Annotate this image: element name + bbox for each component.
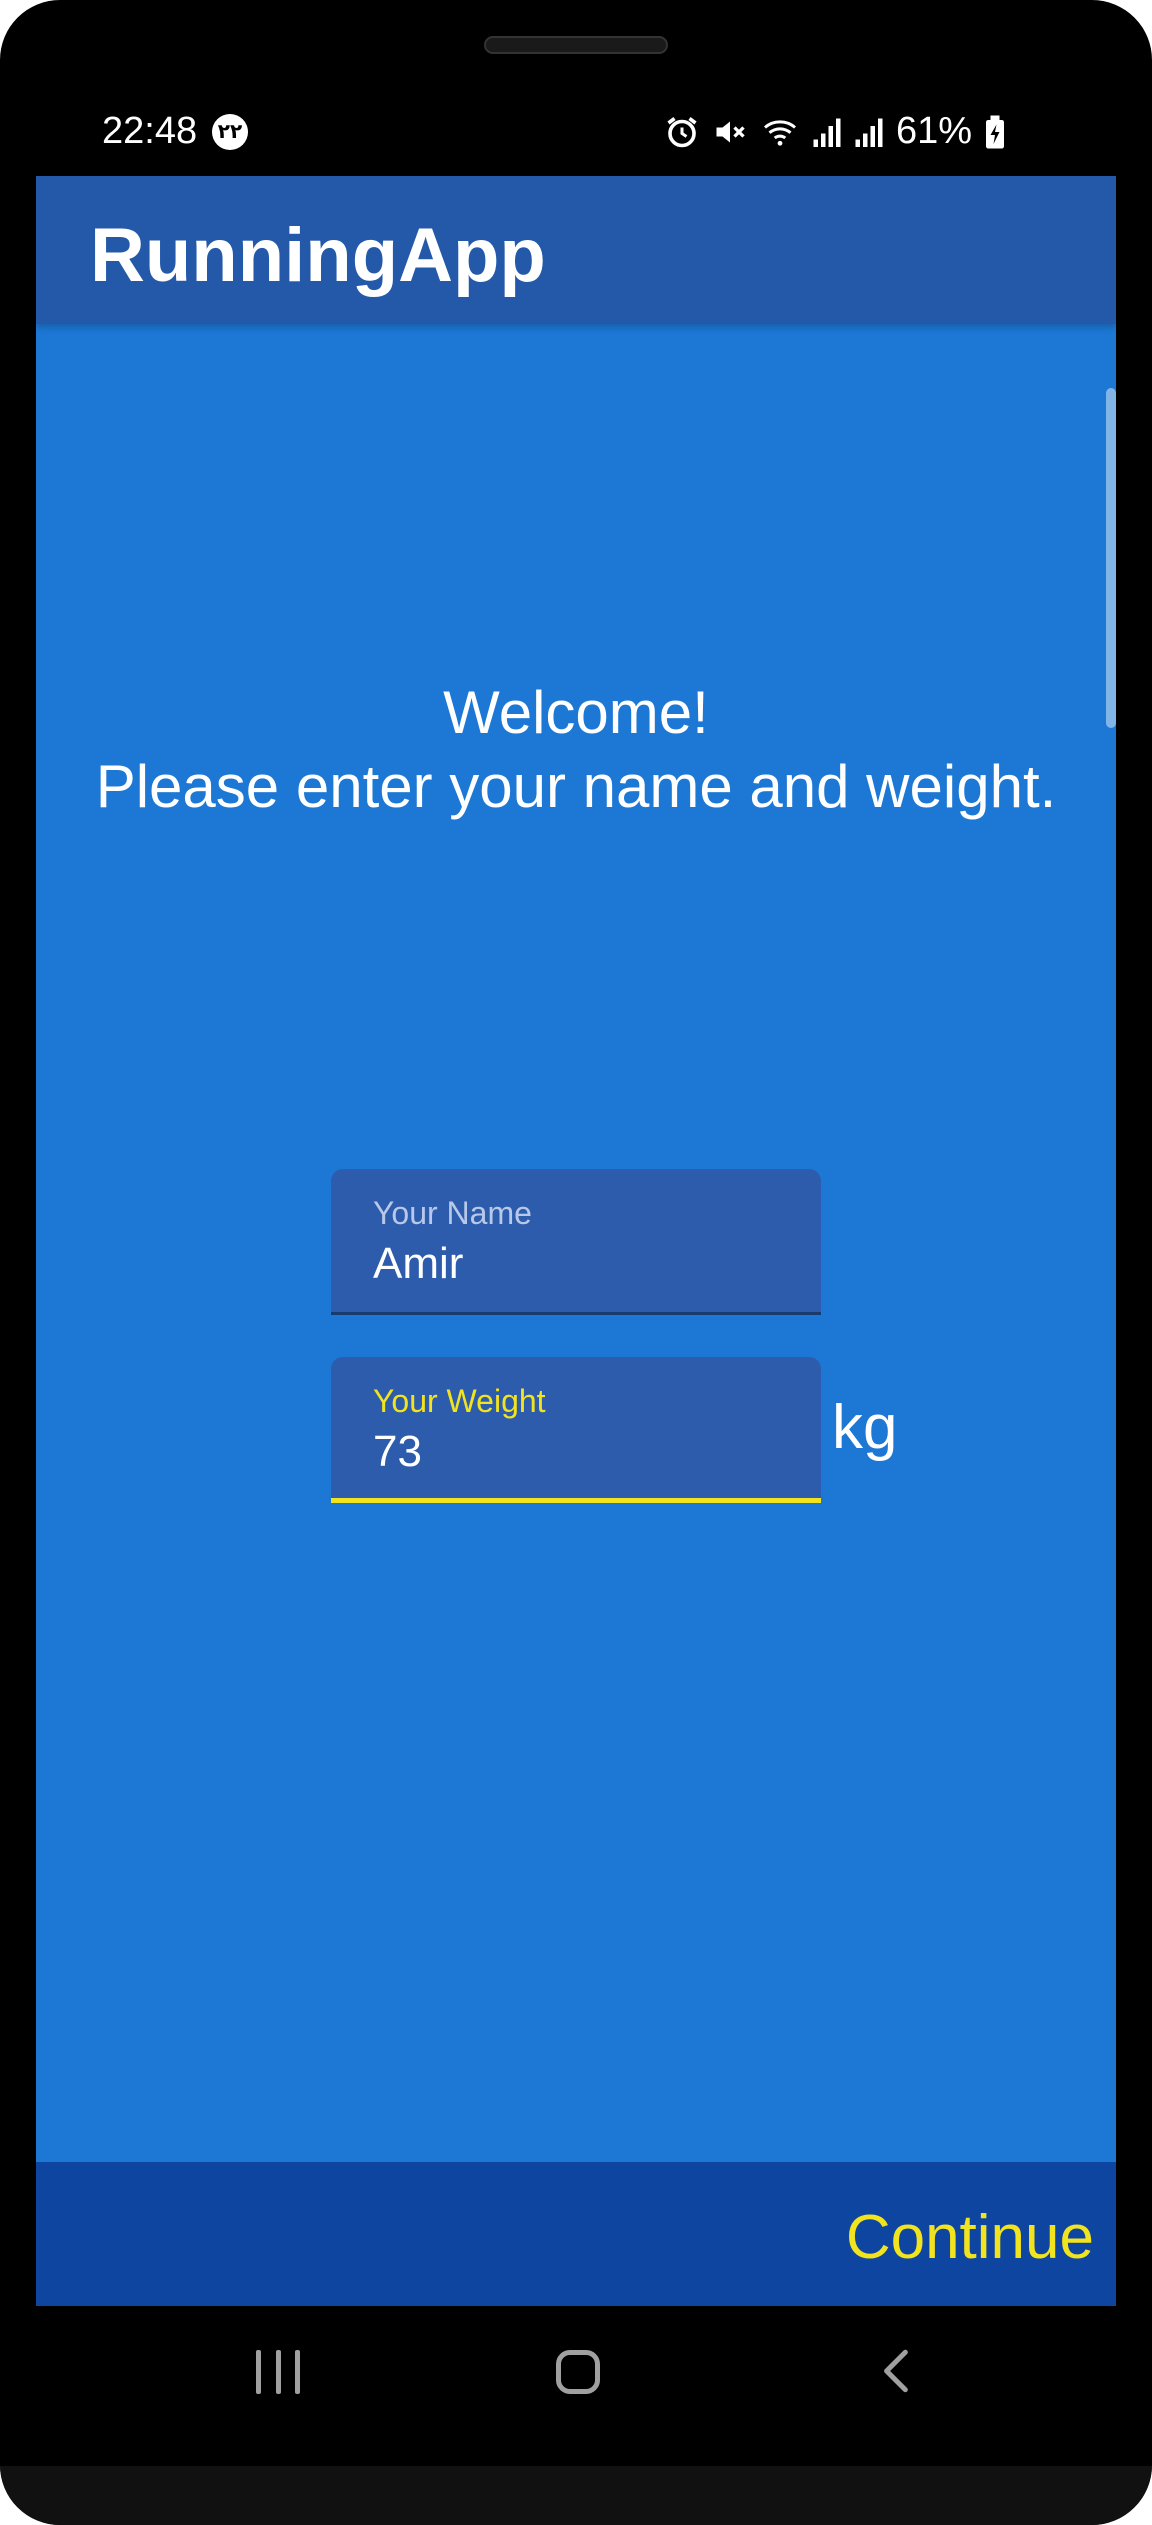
wifi-icon	[763, 119, 796, 146]
device-frame: 22:48 ۲۲ 61% RunningApp Welcome! Please …	[0, 0, 1152, 2525]
app-title: RunningApp	[90, 213, 546, 298]
status-bar: 22:48 ۲۲ 61%	[36, 110, 1116, 160]
app-bar: RunningApp	[36, 176, 1116, 324]
welcome-title: Welcome!	[443, 679, 709, 746]
bottom-action-bar: Continue	[36, 2162, 1116, 2306]
name-field-value[interactable]: Amir	[373, 1239, 463, 1289]
weight-field-value[interactable]: 73	[373, 1427, 422, 1477]
welcome-message: Welcome! Please enter your name and weig…	[36, 676, 1116, 824]
battery-percent: 61%	[895, 110, 972, 152]
status-time: 22:48	[102, 110, 198, 152]
weight-field[interactable]: Your Weight 73	[331, 1357, 821, 1503]
speaker-grille	[484, 36, 668, 54]
name-field[interactable]: Your Name Amir	[331, 1169, 821, 1315]
home-icon[interactable]	[556, 2350, 600, 2394]
app-screen: RunningApp Welcome! Please enter your na…	[36, 176, 1116, 2306]
weight-unit-label: kg	[832, 1393, 898, 1462]
signal-icon	[813, 118, 841, 147]
battery-icon	[986, 115, 1004, 148]
weight-field-label: Your Weight	[373, 1383, 546, 1419]
signal-icon	[855, 118, 883, 147]
system-nav-bar	[0, 2306, 1152, 2446]
notification-badge-icon: ۲۲	[212, 114, 248, 150]
status-icons: 61%	[664, 110, 1006, 153]
mute-icon	[716, 121, 745, 142]
device-chin	[0, 2466, 1152, 2525]
name-field-label: Your Name	[373, 1195, 532, 1231]
alarm-icon	[667, 116, 697, 147]
back-icon[interactable]	[872, 2346, 922, 2396]
continue-button[interactable]: Continue	[846, 2202, 1094, 2273]
welcome-instruction: Please enter your name and weight.	[95, 753, 1057, 820]
recent-apps-icon[interactable]	[256, 2350, 300, 2394]
